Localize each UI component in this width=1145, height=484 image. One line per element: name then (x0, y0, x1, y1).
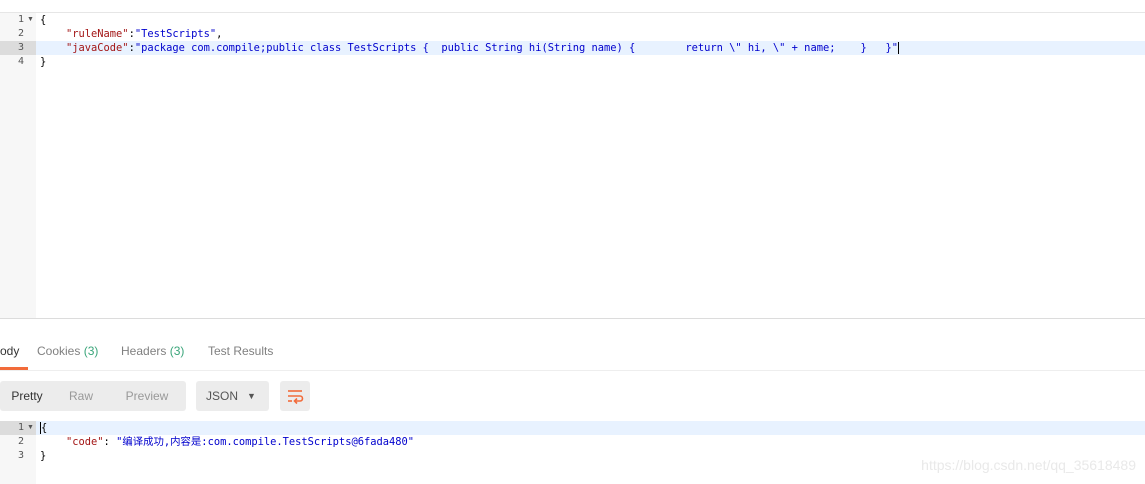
line-number: 1 (17, 14, 24, 25)
line-number: 4 (17, 56, 24, 67)
tab-headers-label: Headers (121, 344, 167, 358)
tab-cookies-count: (3) (83, 344, 99, 358)
text-cursor (898, 42, 900, 54)
fold-toggle-icon[interactable]: ▼ (27, 13, 35, 27)
wrap-lines-icon (288, 390, 304, 405)
response-body-viewer[interactable]: 1 ▼ { 2 "code": "编译成功,内容是:com.compile.Te… (0, 421, 1145, 484)
active-line-highlight (36, 421, 1145, 435)
preview-button[interactable]: Preview (108, 381, 186, 411)
line-number: 3 (17, 42, 24, 53)
code-line: "code": "编译成功,内容是:com.compile.TestScript… (66, 435, 414, 449)
pretty-button[interactable]: Pretty (0, 381, 54, 411)
json-value: "package com.compile;public class TestSc… (134, 42, 899, 54)
line-number: 2 (17, 28, 24, 39)
line-number: 3 (17, 450, 24, 461)
json-separator: : (103, 436, 117, 448)
code-text: { (41, 422, 48, 434)
format-dropdown-value: JSON (206, 389, 239, 403)
tabs-bottom-border (0, 370, 1145, 371)
watermark: https://blog.csdn.net/qq_35618489 (921, 457, 1136, 473)
json-comma: , (216, 28, 223, 40)
tab-headers[interactable]: Headers (3) (121, 344, 184, 358)
line-number: 2 (17, 436, 24, 447)
code-line: { (40, 421, 47, 435)
tab-headers-count: (3) (169, 344, 185, 358)
chevron-down-icon: ▼ (247, 391, 256, 401)
tab-body[interactable]: ody (0, 344, 19, 358)
request-body-editor[interactable]: 1 ▼ { 2 "ruleName":"TestScripts", 3 "jav… (0, 13, 1145, 318)
code-line: "ruleName":"TestScripts", (66, 27, 222, 41)
code-line: } (40, 450, 47, 462)
code-line: } (40, 56, 47, 68)
json-key: "ruleName" (66, 28, 129, 40)
json-value: "TestScripts" (134, 28, 217, 40)
tab-test-results[interactable]: Test Results (208, 344, 273, 358)
json-key: "code" (66, 436, 104, 448)
code-line: "javaCode":"package com.compile;public c… (66, 41, 900, 55)
pane-divider[interactable] (0, 318, 1145, 319)
format-dropdown[interactable]: JSON ▼ (196, 381, 269, 411)
response-toolbar: Pretty Raw Preview JSON ▼ (0, 381, 1145, 411)
response-tabs: ody Cookies (3) Headers (3) Test Results (0, 336, 1145, 370)
tab-cookies[interactable]: Cookies (3) (37, 344, 98, 358)
fold-toggle-icon[interactable]: ▼ (27, 421, 35, 435)
tab-cookies-label: Cookies (37, 344, 81, 358)
line-number: 1 (17, 422, 24, 433)
json-value: "编译成功,内容是:com.compile.TestScripts@6fada4… (116, 436, 415, 448)
view-mode-group: Pretty Raw Preview (0, 381, 186, 411)
wrap-lines-button[interactable] (280, 381, 310, 411)
raw-button[interactable]: Raw (54, 381, 108, 411)
json-key: "javaCode" (66, 42, 129, 54)
code-line: { (40, 14, 47, 26)
